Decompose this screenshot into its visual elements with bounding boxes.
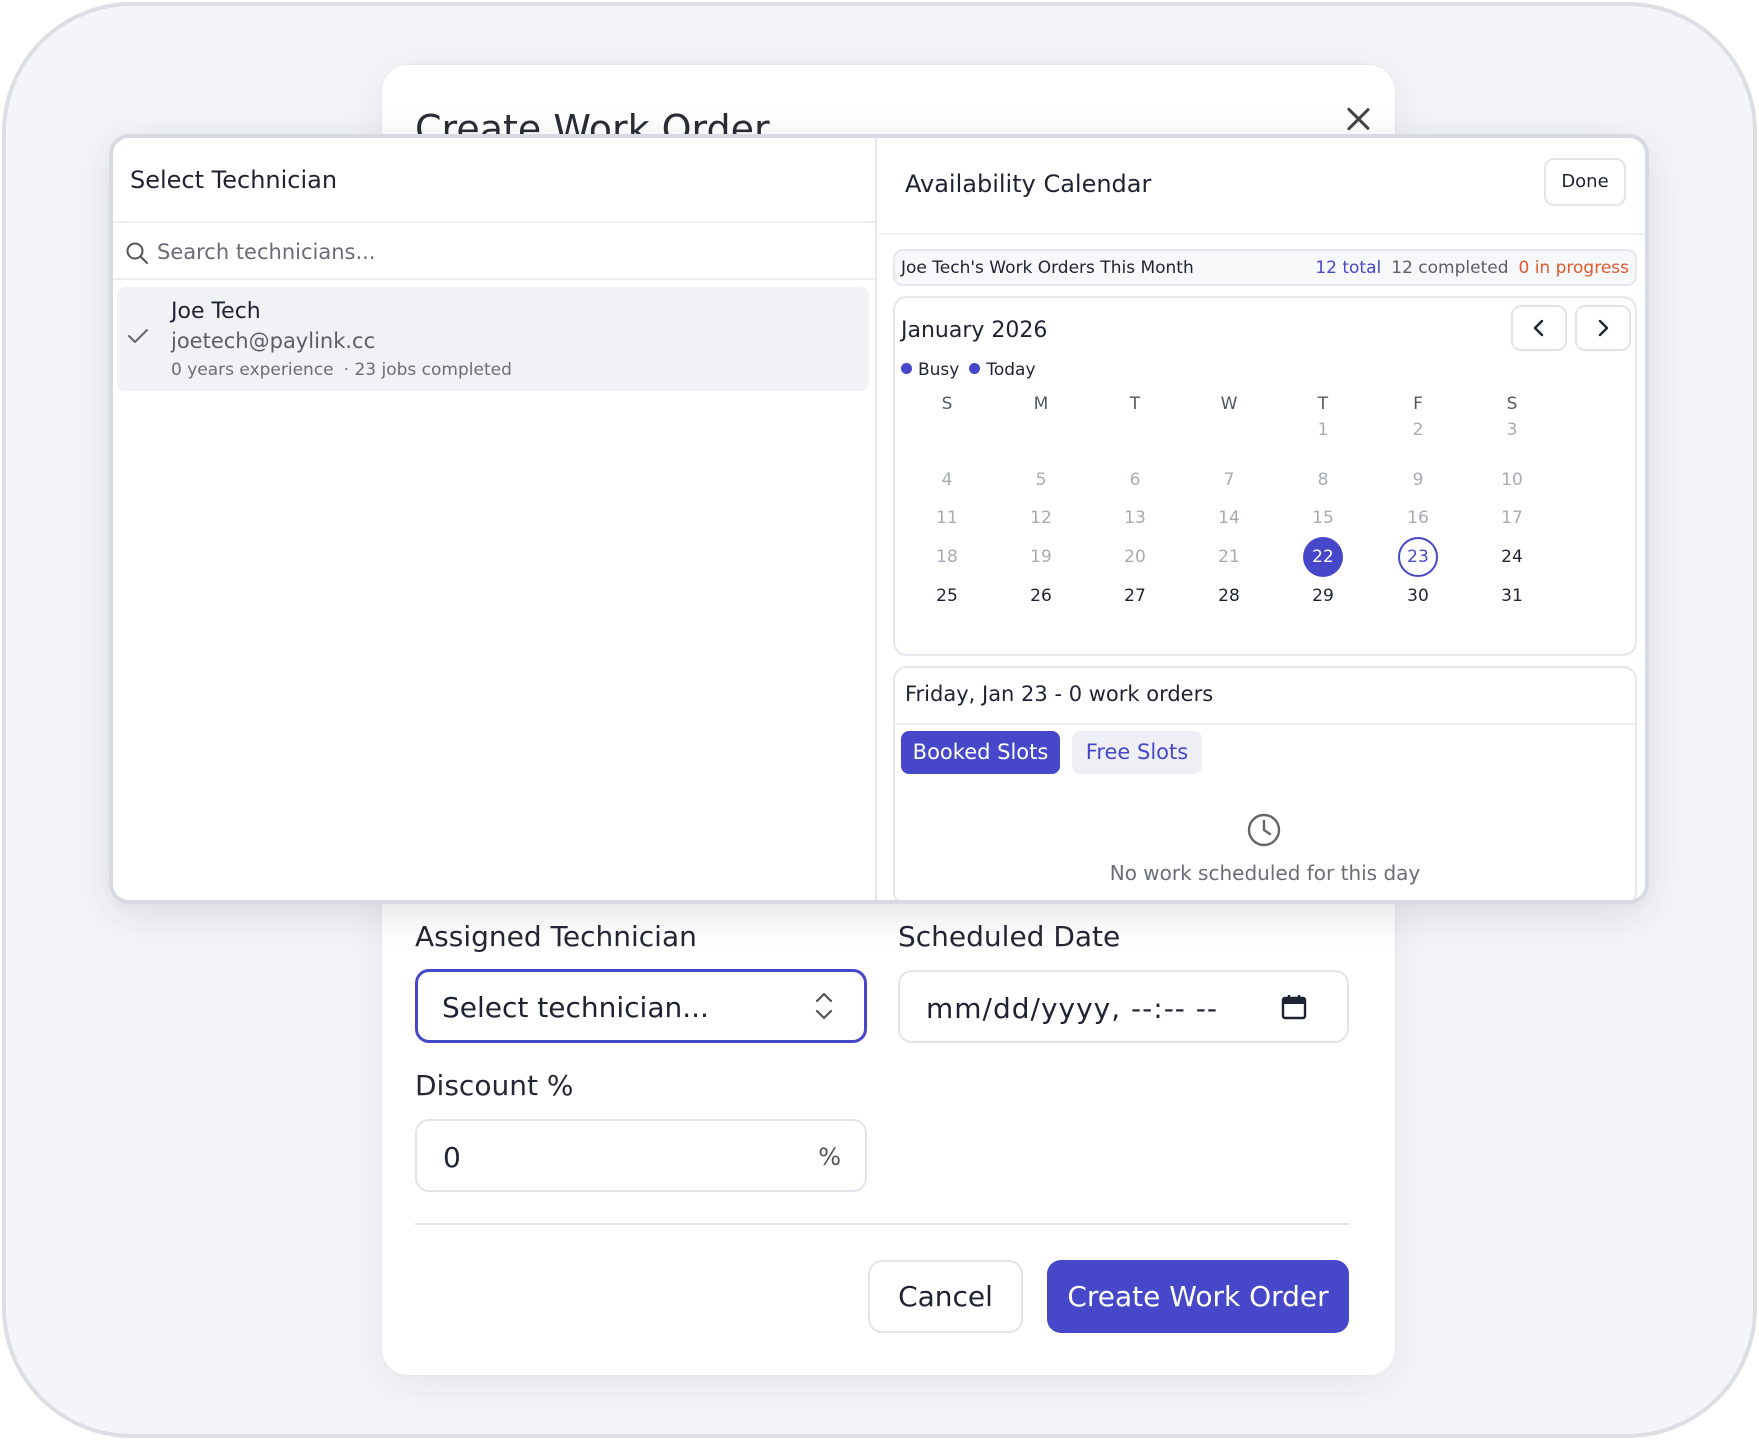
legend-today: Today	[969, 360, 1036, 380]
calendar-day[interactable]: 28	[1209, 576, 1249, 616]
legend-busy-label: Busy	[918, 360, 960, 380]
calendar-day[interactable]: 5	[1021, 460, 1061, 500]
calendar-day[interactable]: 4	[927, 460, 967, 500]
technician-experience: 0 years experience	[171, 360, 334, 380]
calendar-day[interactable]: 29	[1303, 576, 1343, 616]
check-icon	[128, 329, 148, 343]
divider	[113, 221, 875, 223]
assigned-technician-label: Assigned Technician	[415, 920, 697, 953]
stats-title: Joe Tech's Work Orders This Month	[901, 258, 1194, 278]
stat-completed: 12 completed	[1391, 258, 1509, 278]
discount-label: Discount %	[415, 1069, 574, 1102]
calendar-day[interactable]: 2	[1398, 410, 1438, 450]
calendar-day[interactable]: 21	[1209, 537, 1249, 577]
footer-divider	[415, 1223, 1350, 1225]
stat-total: 12 total	[1315, 258, 1382, 278]
calendar-day[interactable]: 11	[927, 498, 967, 538]
calendar-day[interactable]: 8	[1303, 460, 1343, 500]
done-button[interactable]: Done	[1544, 158, 1626, 206]
calendar-day[interactable]: 3	[1492, 410, 1532, 450]
calendar-day[interactable]: 14	[1209, 498, 1249, 538]
month-calendar: January 2026 Busy Today SMTWTFS 123456789…	[893, 296, 1637, 656]
weekday-label: W	[1220, 394, 1238, 414]
weekday-label: T	[1129, 394, 1141, 414]
calendar-day[interactable]: 17	[1492, 498, 1532, 538]
month-label: January 2026	[901, 318, 1048, 343]
scheduled-date-input[interactable]: mm/dd/yyyy, --:-- --	[898, 970, 1349, 1043]
scheduled-date-placeholder: mm/dd/yyyy, --:-- --	[926, 992, 1219, 1025]
calendar-day[interactable]: 19	[1021, 537, 1061, 577]
calendar-day[interactable]: 31	[1492, 576, 1532, 616]
availability-calendar-pane: Availability Calendar Done Joe Tech's Wo…	[879, 138, 1645, 900]
clock-icon	[1247, 813, 1281, 847]
divider	[895, 723, 1635, 725]
calendar-day[interactable]: 27	[1115, 576, 1155, 616]
technician-email: joetech@paylink.cc	[171, 329, 376, 353]
work-order-stats: Joe Tech's Work Orders This Month 12 tot…	[893, 249, 1637, 286]
legend-today-label: Today	[986, 360, 1036, 380]
selected-day-heading: Friday, Jan 23 - 0 work orders	[905, 682, 1214, 706]
select-technician-title: Select Technician	[130, 166, 338, 194]
calendar-day[interactable]: 10	[1492, 460, 1532, 500]
next-month-button[interactable]	[1575, 305, 1631, 351]
technician-list-pane: Select Technician Joe Tech joetech@payli…	[113, 138, 877, 900]
weekday-label: S	[941, 394, 953, 414]
calendar-day[interactable]: 22	[1303, 537, 1343, 577]
discount-input[interactable]: 0 %	[415, 1119, 867, 1192]
search-technicians-input[interactable]	[157, 236, 757, 268]
prev-month-button[interactable]	[1511, 305, 1567, 351]
today-dot-icon	[969, 363, 981, 374]
chevron-right-icon	[1598, 319, 1609, 337]
technician-select[interactable]: Select technician...	[415, 969, 867, 1043]
calendar-legend: Busy Today	[901, 360, 1046, 380]
tab-booked-slots[interactable]: Booked Slots	[901, 731, 1060, 774]
calendar-day[interactable]: 25	[927, 576, 967, 616]
calendar-day[interactable]: 15	[1303, 498, 1343, 538]
calendar-day[interactable]: 13	[1115, 498, 1155, 538]
tab-free-slots[interactable]: Free Slots	[1072, 731, 1202, 774]
legend-busy: Busy	[901, 360, 959, 380]
divider	[879, 233, 1645, 235]
technician-select-value: Select technician...	[442, 991, 709, 1024]
create-work-order-button[interactable]: Create Work Order	[1047, 1260, 1349, 1333]
technician-name: Joe Tech	[171, 299, 261, 324]
technician-jobs: · 23 jobs completed	[343, 360, 512, 380]
calendar-day[interactable]: 1	[1303, 410, 1343, 450]
busy-dot-icon	[901, 363, 912, 374]
calendar-day[interactable]: 7	[1209, 460, 1249, 500]
calendar-day[interactable]: 6	[1115, 460, 1155, 500]
calendar-day[interactable]: 20	[1115, 537, 1155, 577]
technician-list-item[interactable]: Joe Tech joetech@paylink.cc 0 years expe…	[117, 287, 869, 391]
calendar-day[interactable]: 12	[1021, 498, 1061, 538]
chevron-left-icon	[1533, 319, 1544, 337]
calendar-day[interactable]: 18	[927, 537, 967, 577]
scheduled-date-label: Scheduled Date	[898, 920, 1121, 953]
empty-state-message: No work scheduled for this day	[1109, 861, 1421, 885]
calendar-icon[interactable]	[1281, 994, 1307, 1020]
calendar-day[interactable]: 30	[1398, 576, 1438, 616]
stat-in-progress: 0 in progress	[1518, 258, 1629, 278]
calendar-day[interactable]: 26	[1021, 576, 1061, 616]
availability-calendar-title: Availability Calendar	[905, 170, 1152, 198]
technician-picker-popup: Select Technician Joe Tech joetech@payli…	[109, 134, 1649, 904]
cancel-button[interactable]: Cancel	[868, 1260, 1023, 1333]
calendar-day[interactable]: 23	[1398, 537, 1438, 577]
stats-counts: 12 total 12 completed 0 in progress	[1315, 258, 1629, 278]
chevron-up-down-icon	[815, 992, 833, 1020]
selected-day-panel: Friday, Jan 23 - 0 work orders Booked Sl…	[893, 666, 1637, 900]
divider	[113, 278, 875, 280]
weekday-label: M	[1033, 394, 1049, 414]
calendar-day[interactable]: 9	[1398, 460, 1438, 500]
search-icon	[126, 242, 148, 264]
calendar-day[interactable]: 24	[1492, 537, 1532, 577]
technician-meta: 0 years experience · 23 jobs completed	[171, 360, 522, 380]
percent-suffix: %	[818, 1143, 841, 1171]
calendar-day[interactable]: 16	[1398, 498, 1438, 538]
discount-value: 0	[443, 1141, 461, 1174]
weekday-header: SMTWTFS	[895, 394, 1637, 416]
